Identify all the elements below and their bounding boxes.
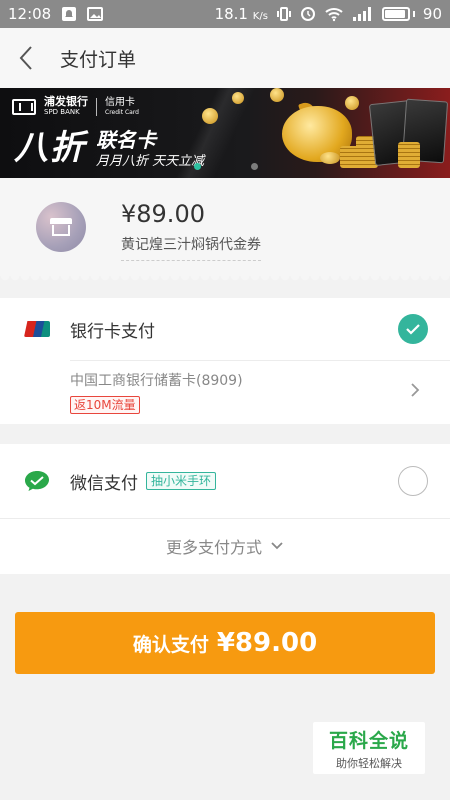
wechat-pay-icon (24, 470, 50, 492)
wifi-icon (324, 6, 344, 22)
promo-headline: 八折 (14, 128, 86, 168)
chevron-right-icon[interactable] (410, 382, 420, 402)
wechat-section: 微信支付 抽小米手环 更多支付方式 (0, 444, 450, 574)
chevron-left-icon (19, 46, 32, 70)
wechat-pay-option[interactable]: 微信支付 抽小米手环 (0, 444, 450, 518)
promo-card-name: 联名卡 (96, 128, 156, 152)
watermark-title: 百科全说 (328, 729, 409, 752)
unionpay-icon (24, 321, 50, 337)
more-methods-label: 更多支付方式 (165, 538, 262, 557)
order-summary: ¥89.00 黄记煌三汁焖锅代金券 (0, 178, 450, 282)
chevron-down-icon (271, 542, 283, 550)
bank-card-option[interactable]: 银行卡支付 (0, 298, 450, 360)
bank-card-name: 中国工商银行储蓄卡(8909) (70, 373, 243, 389)
promo-subtitle: 月月八折 天天立减 (96, 154, 205, 169)
more-payment-methods[interactable]: 更多支付方式 (0, 518, 450, 574)
promo-banner[interactable]: 浦发银行 SPD BANK 信用卡 Credit Card 八折 联名卡 月月八… (0, 88, 450, 178)
status-bar: 12:08 18.1 K/s 90 (0, 0, 450, 28)
order-amount: ¥89.00 (121, 200, 205, 228)
bank-card-section: 银行卡支付 中国工商银行储蓄卡(8909) 返10M流量 (0, 298, 450, 424)
merchant-avatar (36, 202, 86, 252)
bank-name-cn: 浦发银行 (44, 95, 88, 108)
bank-card-label: 银行卡支付 (70, 321, 155, 342)
coin-icon (320, 152, 340, 164)
battery-icon (381, 7, 415, 21)
watermark-subtitle: 助你轻松解决 (336, 756, 402, 770)
image-notification-icon (87, 6, 104, 22)
coin-icon (202, 108, 218, 124)
signal-icon (352, 6, 374, 22)
confirm-amount: ¥89.00 (216, 628, 318, 658)
store-icon (50, 218, 72, 236)
nav-bar: 支付订单 (0, 28, 450, 88)
promo-tag: 抽小米手环 (146, 472, 217, 490)
battery-level: 90 (422, 5, 442, 23)
unselected-radio[interactable] (398, 466, 428, 496)
spd-bank-logo-icon (12, 98, 36, 115)
selected-check-icon[interactable] (398, 314, 428, 344)
order-description: 黄记煌三汁焖锅代金券 (121, 234, 261, 261)
banner-dot[interactable] (251, 163, 258, 170)
vibrate-icon (276, 6, 292, 22)
coin-icon (270, 88, 284, 102)
back-button[interactable] (0, 28, 52, 88)
status-time: 12:08 (8, 5, 52, 23)
bank-logo: 浦发银行 SPD BANK 信用卡 Credit Card (12, 96, 139, 117)
banner-dot-active[interactable] (194, 163, 201, 170)
card-type-en: Credit Card (105, 108, 139, 116)
coin-icon (232, 92, 244, 104)
page-title: 支付订单 (60, 48, 137, 71)
network-speed: 18.1 K/s (214, 5, 268, 23)
confirm-pay-button[interactable]: 确认支付 ¥89.00 (15, 612, 435, 674)
card-type-cn: 信用卡 (105, 96, 135, 108)
confirm-label: 确认支付 (132, 633, 209, 656)
watermark: 百科全说 助你轻松解决 (313, 722, 425, 774)
bank-name-en: SPD BANK (44, 108, 80, 116)
cashback-tag: 返10M流量 (70, 396, 140, 414)
notification-bell-icon (61, 6, 77, 22)
wechat-pay-label: 微信支付 (70, 473, 138, 494)
coin-icon (345, 96, 359, 110)
alarm-icon (300, 6, 316, 22)
